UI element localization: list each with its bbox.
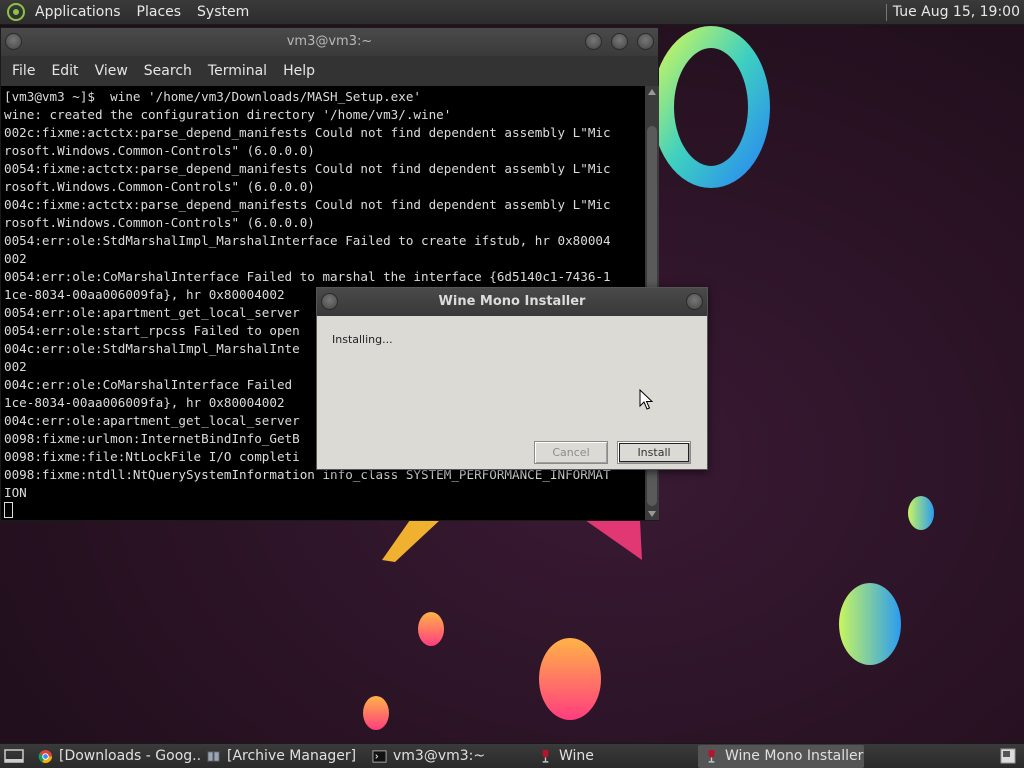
terminal-line: 002: [4, 251, 27, 266]
taskbar-item-label: [Downloads - Goog...: [59, 748, 200, 764]
wine-icon: [704, 749, 719, 764]
text-cursor: [4, 502, 13, 518]
taskbar-item-archive-manager[interactable]: [Archive Manager]: [200, 745, 366, 768]
menu-help[interactable]: Help: [275, 63, 323, 79]
clock[interactable]: Tue Aug 15, 19:00: [893, 4, 1024, 20]
places-menu[interactable]: Places: [129, 0, 190, 25]
cancel-button[interactable]: Cancel: [534, 441, 608, 464]
install-button[interactable]: Install: [617, 441, 691, 464]
scroll-down-arrow-icon[interactable]: [648, 511, 656, 517]
workspace-switcher[interactable]: [994, 745, 1024, 768]
bottom-taskbar: [Downloads - Goog... [Archive Manager] v…: [0, 743, 1024, 768]
terminal-line: rosoft.Windows.Common-Controls" (6.0.0.0…: [4, 215, 315, 230]
terminal-icon: [372, 749, 387, 764]
menu-terminal[interactable]: Terminal: [200, 63, 275, 79]
taskbar-item-label: vm3@vm3:~: [393, 748, 486, 764]
install-status-text: Installing...: [332, 333, 393, 346]
terminal-prompt-line: [4, 502, 645, 520]
dialog-title: Wine Mono Installer: [438, 294, 586, 309]
terminal-line: wine: created the configuration director…: [4, 107, 452, 122]
menu-file[interactable]: File: [4, 63, 43, 79]
terminal-line: 0054:err:ole:CoMarshalInterface Failed t…: [4, 269, 611, 284]
terminal-line: 0054:err:ole:StdMarshalImpl_MarshalInter…: [4, 233, 611, 248]
taskbar-item-label: Wine Mono Installer: [725, 748, 864, 764]
terminal-titlebar[interactable]: vm3@vm3:~: [1, 28, 658, 56]
workspace-icon: [1000, 748, 1016, 764]
terminal-menubar: File Edit View Search Terminal Help: [1, 56, 658, 86]
terminal-title: vm3@vm3:~: [286, 34, 373, 49]
menu-edit[interactable]: Edit: [43, 63, 86, 79]
wine-icon: [538, 749, 553, 764]
maximize-button[interactable]: [611, 33, 628, 50]
menu-view[interactable]: View: [87, 63, 136, 79]
terminal-line: ION: [4, 485, 27, 500]
dialog-titlebar[interactable]: Wine Mono Installer: [317, 288, 707, 316]
terminal-line: 004c:fixme:actctx:parse_depend_manifests…: [4, 197, 611, 212]
taskbar-item-terminal[interactable]: vm3@vm3:~: [366, 745, 532, 768]
taskbar-item-wine-mono-installer[interactable]: Wine Mono Installer: [698, 744, 864, 768]
terminal-line: [vm3@vm3 ~]$ wine '/home/vm3/Downloads/M…: [4, 89, 422, 104]
window-menu-button[interactable]: [5, 33, 22, 50]
mouse-pointer-icon: [639, 389, 653, 410]
show-desktop-button[interactable]: [0, 745, 32, 768]
menu-search[interactable]: Search: [136, 63, 200, 79]
show-desktop-icon: [4, 749, 24, 763]
terminal-line: rosoft.Windows.Common-Controls" (6.0.0.0…: [4, 179, 315, 194]
panel-divider: [885, 3, 887, 21]
archive-icon: [206, 749, 221, 764]
terminal-line: 002c:fixme:actctx:parse_depend_manifests…: [4, 125, 611, 140]
terminal-line: rosoft.Windows.Common-Controls" (6.0.0.0…: [4, 143, 315, 158]
applications-menu[interactable]: Applications: [27, 0, 129, 25]
terminal-line: 0054:fixme:actctx:parse_depend_manifests…: [4, 161, 611, 176]
system-menu[interactable]: System: [189, 0, 257, 25]
dialog-close-button[interactable]: [686, 293, 703, 310]
dialog-menu-button[interactable]: [321, 293, 338, 310]
taskbar-item-label: [Archive Manager]: [227, 748, 357, 764]
scroll-up-arrow-icon[interactable]: [648, 89, 656, 95]
top-panel: Applications Places System Tue Aug 15, 1…: [0, 0, 1024, 25]
taskbar-item-label: Wine: [559, 748, 594, 764]
taskbar-item-wine[interactable]: Wine: [532, 745, 698, 768]
chrome-icon: [38, 749, 53, 764]
wine-mono-installer-dialog[interactable]: Wine Mono Installer Installing... Cancel…: [316, 287, 708, 470]
close-button[interactable]: [637, 33, 654, 50]
minimize-button[interactable]: [585, 33, 602, 50]
distro-logo-icon[interactable]: [7, 3, 25, 21]
taskbar-item-downloads[interactable]: [Downloads - Goog...: [32, 745, 200, 768]
